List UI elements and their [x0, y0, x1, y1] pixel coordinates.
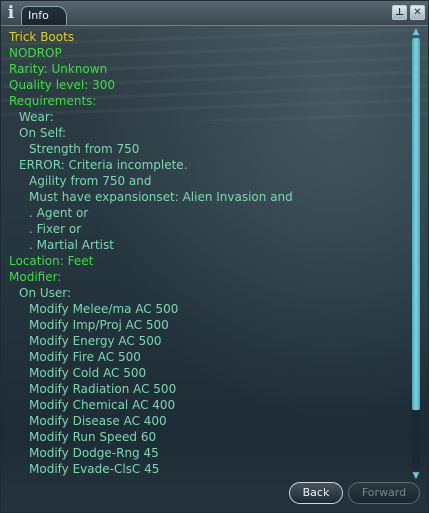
info-line: Modify Energy AC 500	[29, 334, 162, 348]
info-line: Modify Imp/Proj AC 500	[29, 318, 169, 332]
info-line: Must have expansionset: Alien Invasion a…	[29, 190, 293, 204]
tab-info[interactable]: Info	[21, 6, 67, 25]
scroll-thumb[interactable]	[412, 38, 420, 410]
info-line: Strength from 750	[29, 142, 140, 156]
info-line: Agility from 750 and	[29, 174, 152, 188]
info-line: ERROR: Criteria incomplete.	[19, 158, 188, 172]
info-line: Location: Feet	[9, 254, 94, 268]
info-line: Rarity: Unknown	[9, 62, 108, 76]
vertical-scrollbar[interactable]: ▲ ▼	[410, 27, 422, 481]
info-line: Modify Melee/ma AC 500	[29, 302, 179, 316]
info-line: Modify Radiation AC 500	[29, 382, 177, 396]
info-line: NODROP	[9, 46, 62, 60]
forward-button[interactable]: Forward	[348, 482, 420, 504]
info-window: i Info ⊥ ✕ Trick Boots NODROP Rarity: Unkn…	[0, 0, 429, 513]
scroll-track[interactable]	[412, 38, 420, 470]
info-line: Modify Disease AC 400	[29, 414, 167, 428]
info-line: Modify Dodge-Rng 45	[29, 446, 159, 460]
info-line: . Agent or	[29, 206, 89, 220]
info-line: Quality level: 300	[9, 78, 115, 92]
info-line: Modify Run Speed 60	[29, 430, 157, 444]
back-button[interactable]: Back	[289, 482, 343, 504]
info-line: Modify Chemical AC 400	[29, 398, 176, 412]
info-line: On Self:	[19, 126, 67, 140]
title-bar[interactable]: i Info ⊥ ✕	[1, 1, 428, 26]
info-line: Requirements:	[9, 94, 97, 108]
close-icon[interactable]: ✕	[410, 5, 425, 20]
info-icon: i	[7, 3, 15, 23]
info-line: Modify Evade-ClsC 45	[29, 462, 160, 476]
info-line: On User:	[19, 286, 72, 300]
info-line: . Martial Artist	[29, 238, 114, 252]
info-line: Trick Boots	[9, 30, 75, 44]
scroll-down-icon[interactable]: ▼	[411, 471, 421, 481]
item-info-text: Trick Boots NODROP Rarity: Unknown Quality …	[9, 29, 404, 479]
info-line: . Fixer or	[29, 222, 82, 236]
scroll-up-icon[interactable]: ▲	[411, 27, 421, 37]
info-line: Modifier:	[9, 270, 62, 284]
info-line: Modify Fire AC 500	[29, 350, 141, 364]
info-line: Modify Cold AC 500	[29, 366, 147, 380]
pin-icon[interactable]: ⊥	[392, 5, 407, 20]
info-line: Wear:	[19, 110, 54, 124]
